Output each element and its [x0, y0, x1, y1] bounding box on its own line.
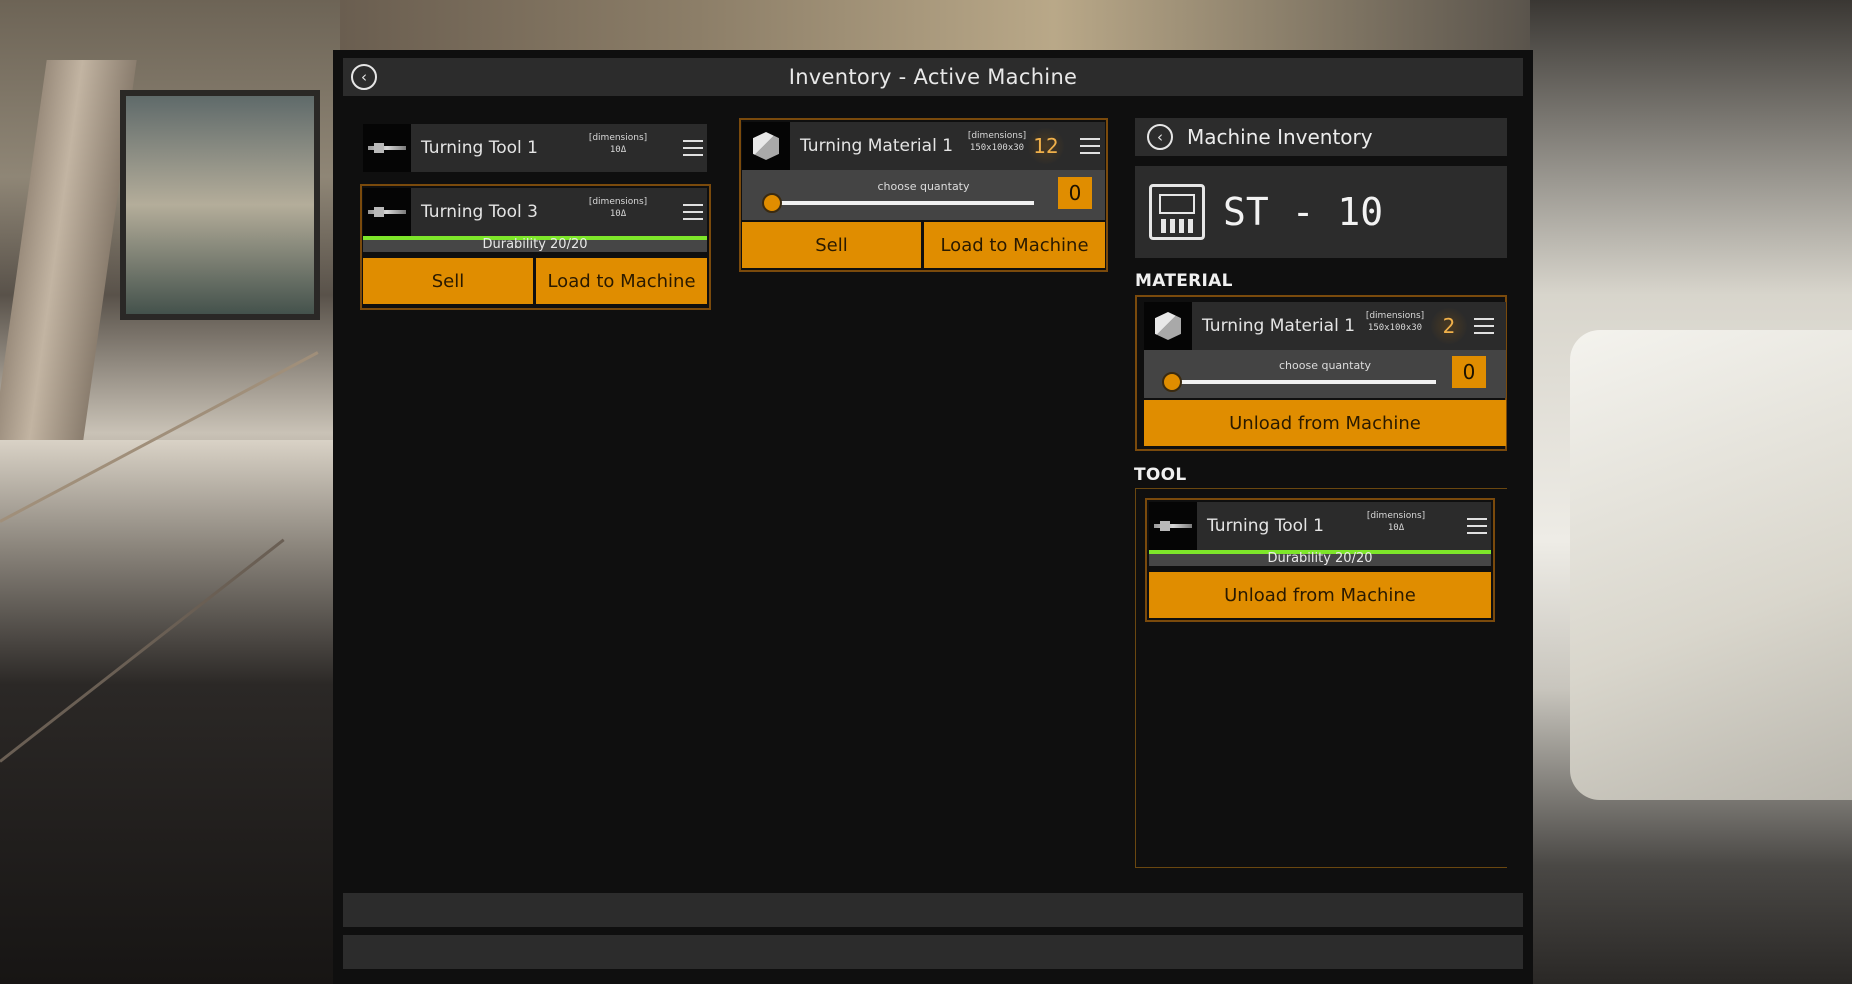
hamburger-menu-icon[interactable] — [683, 204, 703, 220]
machine-tool-row[interactable]: Turning Tool 1 [dimensions] 10Δ — [1149, 502, 1491, 550]
material-cube-icon — [742, 122, 790, 170]
sell-button[interactable]: Sell — [742, 222, 921, 268]
dimensions-label: [dimensions] — [1365, 311, 1425, 321]
machine-inventory-header: ‹ Machine Inventory — [1135, 118, 1507, 156]
item-count-badge: 12 — [1028, 128, 1064, 164]
item-name: Turning Material 1 — [1202, 316, 1356, 336]
machine-inventory-title: Machine Inventory — [1187, 125, 1373, 149]
durability-text: Durability 20/20 — [1267, 551, 1373, 566]
load-to-machine-button[interactable]: Load to Machine — [924, 222, 1105, 268]
item-name: Turning Material 1 — [800, 136, 954, 156]
dimensions-label: [dimensions] — [588, 197, 648, 207]
dimensions-value: 10Δ — [609, 145, 627, 155]
quantity-slider-knob[interactable] — [762, 193, 782, 213]
item-name: Turning Tool 3 — [421, 202, 538, 222]
item-dimensions: [dimensions] 150x100x30 — [962, 131, 1032, 153]
sell-button[interactable]: Sell — [363, 258, 533, 304]
inventory-tool-row[interactable]: Turning Tool 3 [dimensions] 10Δ — [363, 188, 707, 236]
item-name: Turning Tool 1 — [1207, 516, 1324, 536]
dimensions-label: [dimensions] — [588, 133, 648, 143]
item-count-badge: 2 — [1431, 308, 1467, 344]
load-to-machine-button[interactable]: Load to Machine — [536, 258, 707, 304]
material-section-label: MATERIAL — [1135, 271, 1233, 291]
tool-section-label: TOOL — [1134, 465, 1187, 485]
background-floor — [0, 440, 340, 984]
quantity-slider-track[interactable] — [772, 201, 1034, 205]
background-pillar — [0, 60, 137, 440]
dimensions-value: 10Δ — [1387, 523, 1405, 533]
quantity-slider-track[interactable] — [1172, 380, 1436, 384]
bottom-bar — [343, 935, 1523, 969]
bottom-bar — [343, 893, 1523, 927]
back-arrow-circle-icon[interactable]: ‹ — [1147, 124, 1173, 150]
hamburger-menu-icon[interactable] — [1467, 518, 1487, 534]
dimensions-label: [dimensions] — [1366, 511, 1426, 521]
dimensions-value: 10Δ — [609, 209, 627, 219]
item-name: Turning Tool 1 — [421, 138, 538, 158]
background-window — [120, 90, 320, 320]
item-dimensions: [dimensions] 10Δ — [583, 197, 653, 219]
quantity-slider-knob[interactable] — [1162, 372, 1182, 392]
item-dimensions: [dimensions] 10Δ — [583, 133, 653, 155]
title-bar: ‹ Inventory - Active Machine — [343, 58, 1523, 96]
durability-text: Durability 20/20 — [482, 237, 588, 252]
machine-material-row[interactable]: Turning Material 1 [dimensions] 150x100x… — [1144, 302, 1506, 350]
quantity-selector: choose quantaty 0 — [1144, 350, 1506, 398]
item-dimensions: [dimensions] 10Δ — [1361, 511, 1431, 533]
machine-name: ST - 10 — [1223, 190, 1384, 234]
background-machine — [1570, 330, 1852, 800]
background-left-scene — [0, 0, 340, 984]
machine-card: ST - 10 — [1135, 166, 1507, 258]
material-cube-icon — [1144, 302, 1192, 350]
hamburger-menu-icon[interactable] — [1474, 318, 1494, 334]
quantity-label: choose quantaty — [877, 180, 970, 193]
back-arrow-circle-icon[interactable]: ‹ — [351, 64, 377, 90]
turning-tool-icon — [363, 188, 411, 236]
dimensions-value: 150x100x30 — [1367, 323, 1423, 333]
durability-bar: Durability 20/20 — [1149, 550, 1491, 566]
inventory-material-row[interactable]: Turning Material 1 [dimensions] 150x100x… — [742, 122, 1105, 170]
background-right-scene — [1530, 0, 1852, 984]
window-title: Inventory - Active Machine — [788, 65, 1078, 89]
hamburger-menu-icon[interactable] — [1080, 138, 1100, 154]
turning-tool-icon — [1149, 502, 1197, 550]
quantity-input[interactable]: 0 — [1058, 177, 1092, 209]
dimensions-label: [dimensions] — [967, 131, 1027, 141]
cnc-machine-icon — [1149, 184, 1205, 240]
turning-tool-icon — [363, 124, 411, 172]
item-dimensions: [dimensions] 150x100x30 — [1360, 311, 1430, 333]
quantity-selector: choose quantaty 0 — [742, 170, 1105, 220]
dimensions-value: 150x100x30 — [969, 143, 1025, 153]
durability-bar: Durability 20/20 — [363, 236, 707, 252]
unload-from-machine-button[interactable]: Unload from Machine — [1149, 572, 1491, 618]
background-top-scene — [340, 0, 1530, 50]
inventory-tool-row[interactable]: Turning Tool 1 [dimensions] 10Δ — [363, 124, 707, 172]
hamburger-menu-icon[interactable] — [683, 140, 703, 156]
unload-from-machine-button[interactable]: Unload from Machine — [1144, 400, 1506, 446]
quantity-input[interactable]: 0 — [1452, 356, 1486, 388]
